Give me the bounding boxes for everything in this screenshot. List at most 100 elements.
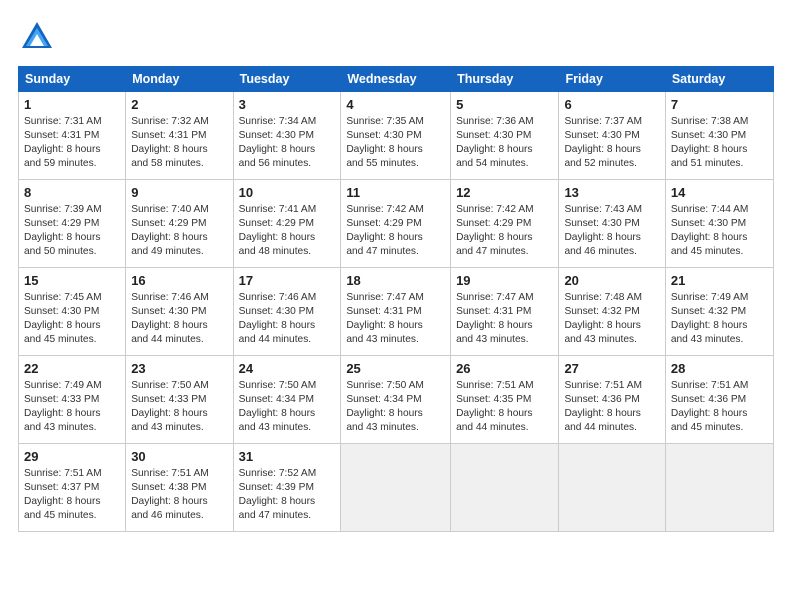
calendar-cell: 10Sunrise: 7:41 AM Sunset: 4:29 PM Dayli… — [233, 180, 341, 268]
day-info: Sunrise: 7:31 AM Sunset: 4:31 PM Dayligh… — [24, 115, 120, 171]
day-info: Sunrise: 7:36 AM Sunset: 4:30 PM Dayligh… — [456, 115, 553, 171]
calendar-cell: 13Sunrise: 7:43 AM Sunset: 4:30 PM Dayli… — [559, 180, 665, 268]
weekday-header-sunday: Sunday — [19, 67, 126, 92]
day-number: 19 — [456, 272, 553, 290]
calendar-cell: 31Sunrise: 7:52 AM Sunset: 4:39 PM Dayli… — [233, 444, 341, 532]
day-number: 27 — [564, 360, 659, 378]
calendar-cell: 21Sunrise: 7:49 AM Sunset: 4:32 PM Dayli… — [665, 268, 773, 356]
calendar-cell: 23Sunrise: 7:50 AM Sunset: 4:33 PM Dayli… — [126, 356, 233, 444]
calendar: SundayMondayTuesdayWednesdayThursdayFrid… — [18, 66, 774, 532]
weekday-header-friday: Friday — [559, 67, 665, 92]
calendar-cell: 14Sunrise: 7:44 AM Sunset: 4:30 PM Dayli… — [665, 180, 773, 268]
day-info: Sunrise: 7:43 AM Sunset: 4:30 PM Dayligh… — [564, 203, 659, 259]
day-info: Sunrise: 7:34 AM Sunset: 4:30 PM Dayligh… — [239, 115, 336, 171]
day-number: 23 — [131, 360, 227, 378]
calendar-week-4: 22Sunrise: 7:49 AM Sunset: 4:33 PM Dayli… — [19, 356, 774, 444]
day-info: Sunrise: 7:41 AM Sunset: 4:29 PM Dayligh… — [239, 203, 336, 259]
calendar-cell: 26Sunrise: 7:51 AM Sunset: 4:35 PM Dayli… — [451, 356, 559, 444]
day-number: 7 — [671, 96, 768, 114]
calendar-cell — [665, 444, 773, 532]
weekday-header-monday: Monday — [126, 67, 233, 92]
calendar-cell — [559, 444, 665, 532]
weekday-header-thursday: Thursday — [451, 67, 559, 92]
day-number: 15 — [24, 272, 120, 290]
day-info: Sunrise: 7:49 AM Sunset: 4:33 PM Dayligh… — [24, 379, 120, 435]
calendar-cell: 7Sunrise: 7:38 AM Sunset: 4:30 PM Daylig… — [665, 92, 773, 180]
day-info: Sunrise: 7:50 AM Sunset: 4:34 PM Dayligh… — [346, 379, 445, 435]
day-info: Sunrise: 7:45 AM Sunset: 4:30 PM Dayligh… — [24, 291, 120, 347]
day-number: 24 — [239, 360, 336, 378]
day-number: 2 — [131, 96, 227, 114]
day-info: Sunrise: 7:42 AM Sunset: 4:29 PM Dayligh… — [346, 203, 445, 259]
calendar-cell: 12Sunrise: 7:42 AM Sunset: 4:29 PM Dayli… — [451, 180, 559, 268]
page: SundayMondayTuesdayWednesdayThursdayFrid… — [0, 0, 792, 612]
day-number: 25 — [346, 360, 445, 378]
calendar-cell: 25Sunrise: 7:50 AM Sunset: 4:34 PM Dayli… — [341, 356, 451, 444]
weekday-header-wednesday: Wednesday — [341, 67, 451, 92]
day-info: Sunrise: 7:49 AM Sunset: 4:32 PM Dayligh… — [671, 291, 768, 347]
calendar-week-1: 1Sunrise: 7:31 AM Sunset: 4:31 PM Daylig… — [19, 92, 774, 180]
weekday-header-row: SundayMondayTuesdayWednesdayThursdayFrid… — [19, 67, 774, 92]
calendar-cell: 6Sunrise: 7:37 AM Sunset: 4:30 PM Daylig… — [559, 92, 665, 180]
day-number: 8 — [24, 184, 120, 202]
day-number: 20 — [564, 272, 659, 290]
day-number: 12 — [456, 184, 553, 202]
day-info: Sunrise: 7:35 AM Sunset: 4:30 PM Dayligh… — [346, 115, 445, 171]
calendar-cell: 29Sunrise: 7:51 AM Sunset: 4:37 PM Dayli… — [19, 444, 126, 532]
calendar-week-2: 8Sunrise: 7:39 AM Sunset: 4:29 PM Daylig… — [19, 180, 774, 268]
calendar-cell — [451, 444, 559, 532]
calendar-cell: 19Sunrise: 7:47 AM Sunset: 4:31 PM Dayli… — [451, 268, 559, 356]
day-number: 17 — [239, 272, 336, 290]
day-info: Sunrise: 7:51 AM Sunset: 4:36 PM Dayligh… — [671, 379, 768, 435]
day-number: 1 — [24, 96, 120, 114]
calendar-week-3: 15Sunrise: 7:45 AM Sunset: 4:30 PM Dayli… — [19, 268, 774, 356]
day-info: Sunrise: 7:44 AM Sunset: 4:30 PM Dayligh… — [671, 203, 768, 259]
calendar-cell: 17Sunrise: 7:46 AM Sunset: 4:30 PM Dayli… — [233, 268, 341, 356]
day-number: 28 — [671, 360, 768, 378]
calendar-cell — [341, 444, 451, 532]
day-number: 3 — [239, 96, 336, 114]
day-info: Sunrise: 7:50 AM Sunset: 4:34 PM Dayligh… — [239, 379, 336, 435]
day-info: Sunrise: 7:37 AM Sunset: 4:30 PM Dayligh… — [564, 115, 659, 171]
day-info: Sunrise: 7:46 AM Sunset: 4:30 PM Dayligh… — [131, 291, 227, 347]
day-info: Sunrise: 7:46 AM Sunset: 4:30 PM Dayligh… — [239, 291, 336, 347]
day-number: 30 — [131, 448, 227, 466]
calendar-week-5: 29Sunrise: 7:51 AM Sunset: 4:37 PM Dayli… — [19, 444, 774, 532]
day-number: 5 — [456, 96, 553, 114]
day-info: Sunrise: 7:47 AM Sunset: 4:31 PM Dayligh… — [346, 291, 445, 347]
day-info: Sunrise: 7:51 AM Sunset: 4:37 PM Dayligh… — [24, 467, 120, 523]
day-info: Sunrise: 7:51 AM Sunset: 4:38 PM Dayligh… — [131, 467, 227, 523]
day-number: 6 — [564, 96, 659, 114]
weekday-header-saturday: Saturday — [665, 67, 773, 92]
day-number: 22 — [24, 360, 120, 378]
calendar-cell: 2Sunrise: 7:32 AM Sunset: 4:31 PM Daylig… — [126, 92, 233, 180]
calendar-cell: 30Sunrise: 7:51 AM Sunset: 4:38 PM Dayli… — [126, 444, 233, 532]
day-number: 29 — [24, 448, 120, 466]
calendar-cell: 20Sunrise: 7:48 AM Sunset: 4:32 PM Dayli… — [559, 268, 665, 356]
day-number: 21 — [671, 272, 768, 290]
calendar-cell: 27Sunrise: 7:51 AM Sunset: 4:36 PM Dayli… — [559, 356, 665, 444]
calendar-cell: 1Sunrise: 7:31 AM Sunset: 4:31 PM Daylig… — [19, 92, 126, 180]
logo — [18, 18, 60, 56]
day-number: 9 — [131, 184, 227, 202]
day-number: 14 — [671, 184, 768, 202]
calendar-cell: 16Sunrise: 7:46 AM Sunset: 4:30 PM Dayli… — [126, 268, 233, 356]
day-info: Sunrise: 7:38 AM Sunset: 4:30 PM Dayligh… — [671, 115, 768, 171]
day-info: Sunrise: 7:32 AM Sunset: 4:31 PM Dayligh… — [131, 115, 227, 171]
calendar-cell: 5Sunrise: 7:36 AM Sunset: 4:30 PM Daylig… — [451, 92, 559, 180]
day-number: 10 — [239, 184, 336, 202]
calendar-cell: 8Sunrise: 7:39 AM Sunset: 4:29 PM Daylig… — [19, 180, 126, 268]
header — [18, 18, 774, 56]
calendar-cell: 22Sunrise: 7:49 AM Sunset: 4:33 PM Dayli… — [19, 356, 126, 444]
day-info: Sunrise: 7:51 AM Sunset: 4:35 PM Dayligh… — [456, 379, 553, 435]
day-number: 16 — [131, 272, 227, 290]
calendar-cell: 9Sunrise: 7:40 AM Sunset: 4:29 PM Daylig… — [126, 180, 233, 268]
day-info: Sunrise: 7:51 AM Sunset: 4:36 PM Dayligh… — [564, 379, 659, 435]
calendar-cell: 4Sunrise: 7:35 AM Sunset: 4:30 PM Daylig… — [341, 92, 451, 180]
day-number: 11 — [346, 184, 445, 202]
calendar-cell: 18Sunrise: 7:47 AM Sunset: 4:31 PM Dayli… — [341, 268, 451, 356]
logo-icon — [18, 18, 56, 56]
day-number: 26 — [456, 360, 553, 378]
calendar-cell: 15Sunrise: 7:45 AM Sunset: 4:30 PM Dayli… — [19, 268, 126, 356]
calendar-cell: 3Sunrise: 7:34 AM Sunset: 4:30 PM Daylig… — [233, 92, 341, 180]
